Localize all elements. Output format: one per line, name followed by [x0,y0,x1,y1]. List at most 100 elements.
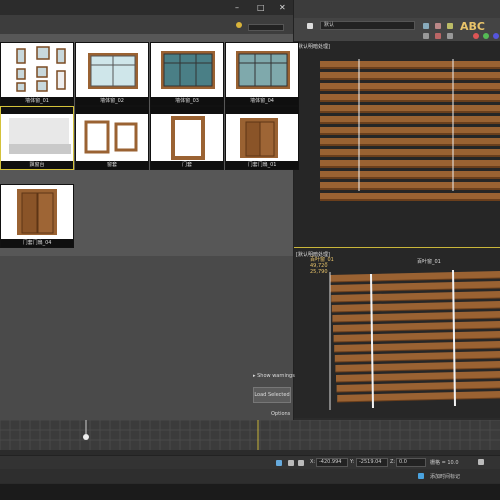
thumbnail-label: 门套门扇_04 [1,239,73,247]
blind-slat-edge [320,78,500,80]
thumbnail-label: 窗套 [76,161,148,169]
window-preview [226,43,298,97]
show-warnings-toggle[interactable]: ▸ Show warnings [253,373,295,379]
window-title-bar[interactable]: – □ ✕ [0,0,293,15]
windows-taskbar [0,484,500,500]
blind-slat [320,160,500,167]
thumbnail-label: 墙体窗_01 [1,97,73,105]
blind-slat [320,171,500,178]
x-label: X: [310,459,316,465]
abc-text-tool[interactable]: ABC [460,20,485,33]
toolbar-icon[interactable] [447,23,453,29]
blind-slat [320,72,500,79]
asset-thumbnail[interactable]: 墙体窗_02 [75,42,149,106]
door-frame-preview [151,114,223,161]
minimize-button[interactable]: – [235,3,239,12]
toolbar-icon[interactable] [493,33,499,39]
transform-mode-icon[interactable] [298,460,304,466]
toolbar-icon[interactable] [423,33,429,39]
z-coordinate-field[interactable]: 0.0 [396,458,426,467]
blind-slat-edge [320,133,500,135]
add-time-tag[interactable]: 添加时间标记 [430,473,460,480]
viewport-stats: 百叶窗_01 49,720 25,790 [310,257,334,275]
bay-window-preview [1,114,73,161]
z-label: Z: [390,459,396,465]
stats-line: 25,790 [310,269,328,275]
lock-icon[interactable] [288,460,294,466]
close-button[interactable]: ✕ [279,3,286,12]
x-coordinate-field[interactable]: -420.994 [316,458,348,467]
asset-thumbnail[interactable]: 门套门扇_01 [225,106,299,170]
show-warnings-label: Show warnings [257,373,295,379]
thumbnail-label: 墙体窗_02 [76,97,148,105]
window-set-preview [1,43,73,97]
toolbar-icon[interactable] [435,33,441,39]
viewport-top[interactable] [293,41,500,247]
blind-slat-edge [320,199,500,201]
toolbar-icon[interactable] [473,33,479,39]
blind-slat [320,193,500,200]
blind-slat [320,138,500,145]
asset-thumbnail[interactable]: 窗套 [75,106,149,170]
status-bar-lower [0,469,500,483]
blind-slat-edge [320,144,500,146]
thumbnail-label: 门套 [151,161,223,169]
toolbar-icon[interactable] [483,33,489,39]
thumbnail-label: 飘窗台 [1,161,73,169]
y-coordinate-field[interactable]: -2519.04 [356,458,388,467]
thumbnail-label: 门套门扇_01 [226,161,298,169]
blind-slat [320,127,500,134]
y-label: Y: [350,459,355,465]
timeline-grid [0,420,500,450]
blind-slat [320,94,500,101]
grid-size: 栅格 = 10.0 [430,460,459,466]
toolbar-icon[interactable] [447,33,453,39]
blind-slat [320,116,500,123]
time-tag-icon[interactable] [418,473,424,479]
thumbnail-label: 墙体窗_03 [151,97,223,105]
blind-slat [320,105,500,112]
blind-slat-edge [320,111,500,113]
toolbar-icon[interactable] [435,23,441,29]
max-menu-bar [293,0,500,19]
load-selected-button[interactable]: Load Selected [253,387,291,403]
door-preview [226,114,298,161]
window-preview [151,43,223,97]
blind-slat-edge [320,188,500,190]
blind-slat [320,149,500,156]
timeline-area[interactable] [0,420,500,450]
asset-thumbnail[interactable]: 墙体窗_04 [225,42,299,106]
blind-slat-edge [320,155,500,157]
blind-slat-edge [320,67,500,69]
viewport-top-label[interactable]: [默认明暗处理] [296,43,330,50]
asset-thumbnail[interactable]: 门套门扇_04 [0,184,74,248]
selection-set-dropdown[interactable]: 默认 [320,21,415,30]
blind-slat-edge [320,100,500,102]
blind-slat [320,83,500,90]
object-name-label: 百叶窗_01 [417,259,441,265]
maximize-button[interactable]: □ [257,3,265,12]
toolbar-icon[interactable] [307,23,313,29]
blind-slat-edge [320,166,500,168]
time-config-icon[interactable] [478,459,484,465]
blind-slat-edge [320,177,500,179]
blind-slat-edge [320,89,500,91]
thumbnail-label: 墙体窗_04 [226,97,298,105]
blind-slat [320,61,500,68]
asset-thumbnail[interactable]: 墙体窗_01 [0,42,74,106]
thumbnail-header [76,107,148,114]
options-button[interactable]: Options [271,411,290,417]
window-frame-preview [76,114,148,161]
asset-thumbnail[interactable]: 飘窗台 [0,106,74,170]
selection-lock-icon[interactable] [276,460,282,466]
toolbar-icon[interactable] [423,23,429,29]
blinds-top-render [320,59,500,201]
refresh-icon[interactable] [236,22,242,28]
browser-empty-area [0,256,293,420]
blind-slat [320,182,500,189]
search-input[interactable] [248,24,284,31]
asset-thumbnail[interactable]: 门套 [150,106,224,170]
thumbnail-header [226,107,298,114]
blind-slat-edge [320,122,500,124]
asset-thumbnail[interactable]: 墙体窗_03 [150,42,224,106]
